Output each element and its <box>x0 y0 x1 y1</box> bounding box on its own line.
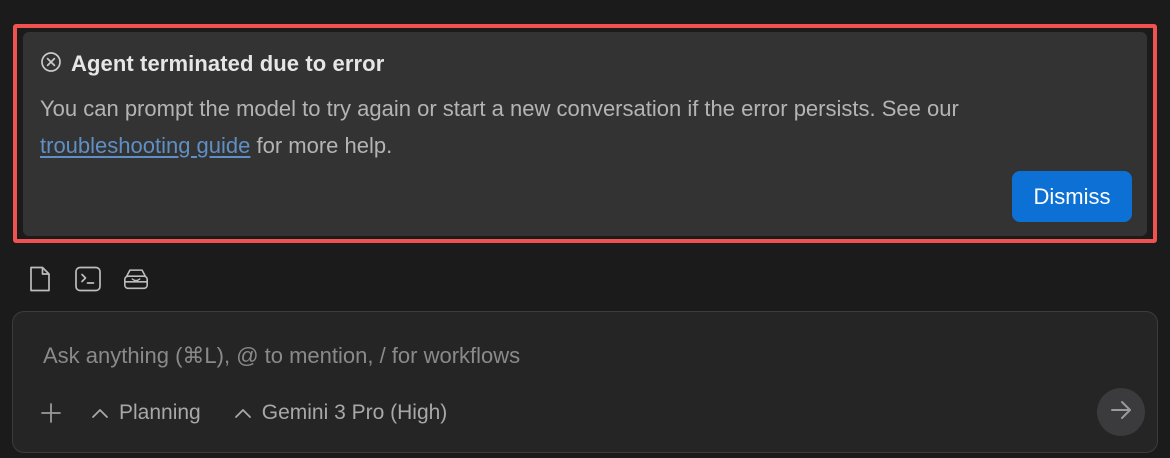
error-message-text: You can prompt the model to try again or… <box>40 96 959 121</box>
chevron-up-icon <box>234 401 252 425</box>
chevron-up-icon <box>91 401 109 425</box>
error-title: Agent terminated due to error <box>71 51 385 76</box>
inbox-icon[interactable] <box>122 264 150 294</box>
arrow-right-icon <box>1109 399 1133 426</box>
error-card: Agent terminated due to error You can pr… <box>23 32 1147 236</box>
context-toolbar <box>26 264 150 294</box>
mode-selector[interactable]: Planning <box>91 401 201 425</box>
send-button[interactable] <box>1097 388 1145 436</box>
card-title-row: Agent terminated due to error <box>40 51 385 78</box>
error-message: You can prompt the model to try again or… <box>40 90 1130 164</box>
error-message-suffix: for more help. <box>250 133 393 158</box>
model-selector-label: Gemini 3 Pro (High) <box>261 401 448 424</box>
chat-input[interactable] <box>41 338 1045 374</box>
dismiss-button[interactable]: Dismiss <box>1012 171 1132 222</box>
troubleshooting-guide-link[interactable]: troubleshooting guide <box>40 133 250 158</box>
chat-composer: Planning Gemini 3 Pro (High) <box>12 311 1158 453</box>
composer-controls: Planning Gemini 3 Pro (High) <box>39 396 447 430</box>
plus-icon[interactable] <box>39 401 63 425</box>
agent-panel: Agent terminated due to error You can pr… <box>0 0 1170 458</box>
terminal-icon[interactable] <box>74 264 102 294</box>
model-selector[interactable]: Gemini 3 Pro (High) <box>234 401 448 425</box>
circle-x-icon <box>40 51 62 78</box>
file-icon[interactable] <box>26 264 54 294</box>
mode-selector-label: Planning <box>119 401 201 424</box>
